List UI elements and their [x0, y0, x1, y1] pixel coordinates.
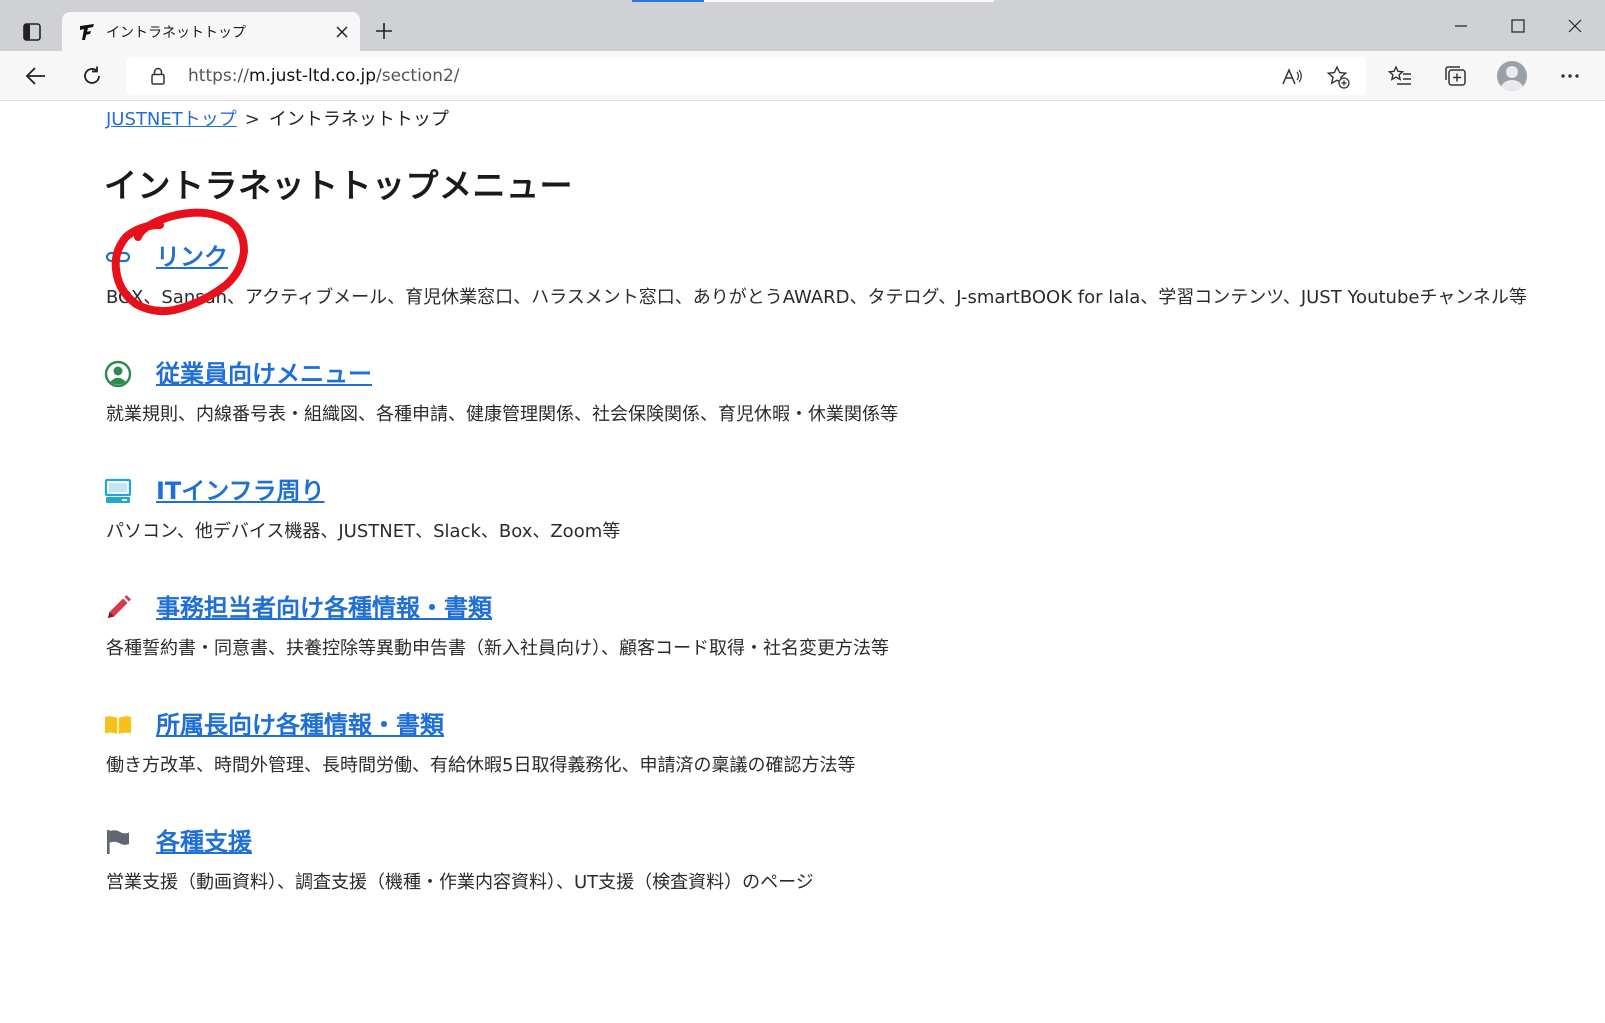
url-text[interactable]: https://m.just-ltd.co.jp/section2/	[188, 66, 460, 86]
menu-link-support[interactable]: 各種支援	[156, 822, 252, 857]
lock-icon[interactable]	[148, 66, 168, 86]
address-bar[interactable]: https://m.just-ltd.co.jp/section2/	[126, 57, 1366, 95]
url-scheme: https://	[188, 66, 249, 86]
menu-description-support: 営業支援（動画資料）、調査支援（機種・作業内容資料）、UT支援（検査資料）のペー…	[106, 872, 814, 893]
browser-tab-active[interactable]: イントラネットトップ	[62, 12, 360, 51]
link-icon	[105, 251, 131, 263]
book-icon	[105, 716, 131, 734]
read-aloud-button[interactable]	[1278, 63, 1306, 91]
minimize-icon	[1455, 25, 1467, 27]
breadcrumb-home-link[interactable]: JUSTNETトップ	[106, 109, 237, 130]
browser-toolbar: https://m.just-ltd.co.jp/section2/	[0, 51, 1605, 101]
close-icon	[1568, 19, 1582, 33]
star-add-icon	[1326, 65, 1350, 89]
window-close-button[interactable]	[1555, 8, 1595, 44]
back-button[interactable]	[18, 58, 54, 94]
settings-more-button[interactable]	[1552, 58, 1588, 94]
menu-section-support: 各種支援 営業支援（動画資料）、調査支援（機種・作業内容資料）、UT支援（検査資…	[104, 822, 1544, 893]
menu-description-links: BOX、Sansan、アクティブメール、育児休業窓口、ハラスメント窓口、ありがと…	[106, 287, 1527, 308]
url-host: m.just-ltd.co.jp	[248, 66, 377, 86]
menu-link-links[interactable]: リンク	[156, 237, 228, 272]
url-path: /section2/	[376, 66, 460, 86]
breadcrumb: JUSTNETトップ > イントラネットトップ	[106, 105, 449, 131]
menu-description-employee: 就業規則、内線番号表・組織図、各種申請、健康管理関係、社会保険関係、育児休暇・休…	[106, 404, 898, 425]
read-aloud-icon	[1282, 68, 1302, 85]
new-tab-button[interactable]	[370, 17, 398, 45]
favorites-button[interactable]	[1382, 58, 1418, 94]
loading-indicator-track	[704, 0, 994, 2]
browser-tab-bar: イントラネットトップ	[0, 0, 1605, 51]
menu-link-employee[interactable]: 従業員向けメニュー	[156, 354, 372, 389]
menu-section-employee: 従業員向けメニュー 就業規則、内線番号表・組織図、各種申請、健康管理関係、社会保…	[104, 354, 1544, 425]
breadcrumb-current: イントラネットトップ	[268, 109, 449, 130]
breadcrumb-separator: >	[244, 109, 260, 130]
arrow-left-icon	[25, 67, 45, 85]
menu-description-it: パソコン、他デバイス機器、JUSTNET、Slack、Box、Zoom等	[106, 521, 621, 542]
maximize-button[interactable]	[1498, 8, 1538, 44]
menu-description-managers: 働き方改革、時間外管理、長時間労働、有給休暇5日取得義務化、申請済の稟議の確認方…	[106, 755, 856, 776]
menu-section-managers: 所属長向け各種情報・書類 働き方改革、時間外管理、長時間労働、有給休暇5日取得義…	[104, 705, 1544, 776]
menu-section-it: ITインフラ周り パソコン、他デバイス機器、JUSTNET、Slack、Box、…	[104, 471, 1544, 542]
computer-icon	[104, 478, 132, 503]
refresh-icon	[84, 66, 100, 84]
more-horizontal-icon	[1561, 74, 1579, 78]
page-title: イントラネットトップメニュー	[104, 166, 573, 205]
menu-section-admin-staff: 事務担当者向け各種情報・書類 各種誓約書・同意書、扶養控除等異動申告書（新入社員…	[104, 588, 1544, 659]
menu-section-links: リンク BOX、Sansan、アクティブメール、育児休業窓口、ハラスメント窓口、…	[104, 237, 1544, 308]
minimize-button[interactable]	[1441, 8, 1481, 44]
profile-avatar[interactable]	[1497, 61, 1527, 91]
tab-close-button[interactable]	[330, 20, 354, 44]
user-circle-icon	[104, 360, 132, 388]
refresh-button[interactable]	[74, 58, 110, 94]
maximize-icon	[1511, 19, 1525, 33]
loading-indicator	[632, 0, 704, 2]
page-content: JUSTNETトップ > イントラネットトップ イントラネットトップメニュー リンク…	[0, 101, 1605, 1023]
menu-link-admin-staff[interactable]: 事務担当者向け各種情報・書類	[156, 588, 492, 623]
justsystems-logo-icon	[80, 24, 94, 40]
menu-description-admin-staff: 各種誓約書・同意書、扶養控除等異動申告書（新入社員向け）、顧客コード取得・社名変…	[106, 638, 889, 659]
menu-link-it[interactable]: ITインフラ周り	[156, 471, 325, 506]
plus-icon	[376, 23, 392, 39]
tab-actions-icon	[23, 23, 41, 41]
tab-actions-button[interactable]	[14, 14, 50, 50]
collections-button[interactable]	[1437, 58, 1473, 94]
tab-title: イントラネットトップ	[106, 25, 246, 41]
add-favorite-button[interactable]	[1324, 63, 1352, 91]
favorites-list-icon	[1388, 65, 1411, 85]
pencil-icon	[108, 595, 131, 618]
menu-link-managers[interactable]: 所属長向け各種情報・書類	[156, 705, 444, 740]
collections-icon	[1445, 66, 1466, 86]
flag-icon	[107, 830, 129, 854]
close-icon	[336, 26, 348, 38]
